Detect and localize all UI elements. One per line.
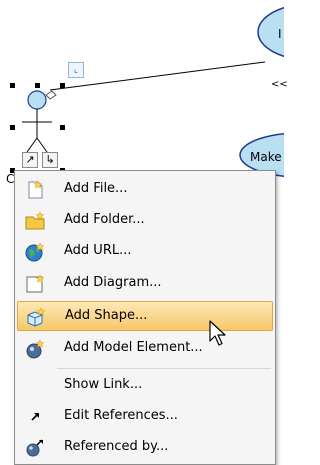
menu-item-add-url[interactable]: Add URL...: [17, 237, 273, 267]
add-shape-icon: [27, 307, 46, 327]
usecase-right-label: Make: [250, 150, 282, 164]
menu-item-edit-references[interactable]: Edit References...: [17, 402, 273, 432]
menu-item-label: Add Diagram...: [64, 275, 162, 290]
actor-leg-right: [36, 137, 48, 153]
add-file-icon: [28, 180, 43, 199]
menu-item-label: Add Folder...: [64, 212, 145, 227]
menu-item-label: Add URL...: [64, 243, 132, 258]
context-menu: Add File... Add Folder... Add URL... Add…: [14, 170, 276, 465]
add-folder-icon: [25, 211, 45, 230]
actor-leg-left: [26, 137, 38, 153]
menu-separator: [57, 368, 271, 369]
menu-item-label: Add Model Element...: [64, 340, 203, 355]
menu-item-add-folder[interactable]: Add Folder...: [17, 206, 273, 236]
referenced-by-icon: [26, 439, 43, 457]
add-url-icon: [25, 242, 45, 262]
arrow-icon: [31, 413, 39, 421]
menu-item-show-link[interactable]: Show Link...: [17, 371, 273, 401]
menu-item-add-shape[interactable]: Add Shape...: [17, 301, 273, 331]
menu-item-add-diagram[interactable]: Add Diagram...: [17, 269, 273, 299]
menu-item-label: Add Shape...: [65, 308, 148, 323]
add-diagram-icon: [26, 274, 45, 293]
menu-item-add-file[interactable]: Add File...: [17, 175, 273, 205]
menu-item-label: Show Link...: [64, 377, 143, 392]
add-model-element-icon: [26, 339, 45, 359]
resource-icon-left[interactable]: ↗: [22, 152, 38, 168]
menu-item-add-model-element[interactable]: Add Model Element...: [17, 334, 273, 364]
connector-glyph[interactable]: [45, 90, 57, 100]
menu-item-label: Referenced by...: [64, 439, 169, 454]
actor-head[interactable]: [27, 90, 47, 110]
menu-item-label: Add File...: [64, 181, 128, 196]
usecase-top-label: I: [278, 27, 282, 41]
menu-item-label: Edit References...: [64, 408, 178, 423]
stereotype-label: <<: [271, 79, 288, 90]
resource-icon-top[interactable]: ⌞: [68, 62, 84, 78]
mouse-pointer-icon: [209, 320, 226, 346]
resource-icon-right[interactable]: ↳: [42, 152, 58, 168]
